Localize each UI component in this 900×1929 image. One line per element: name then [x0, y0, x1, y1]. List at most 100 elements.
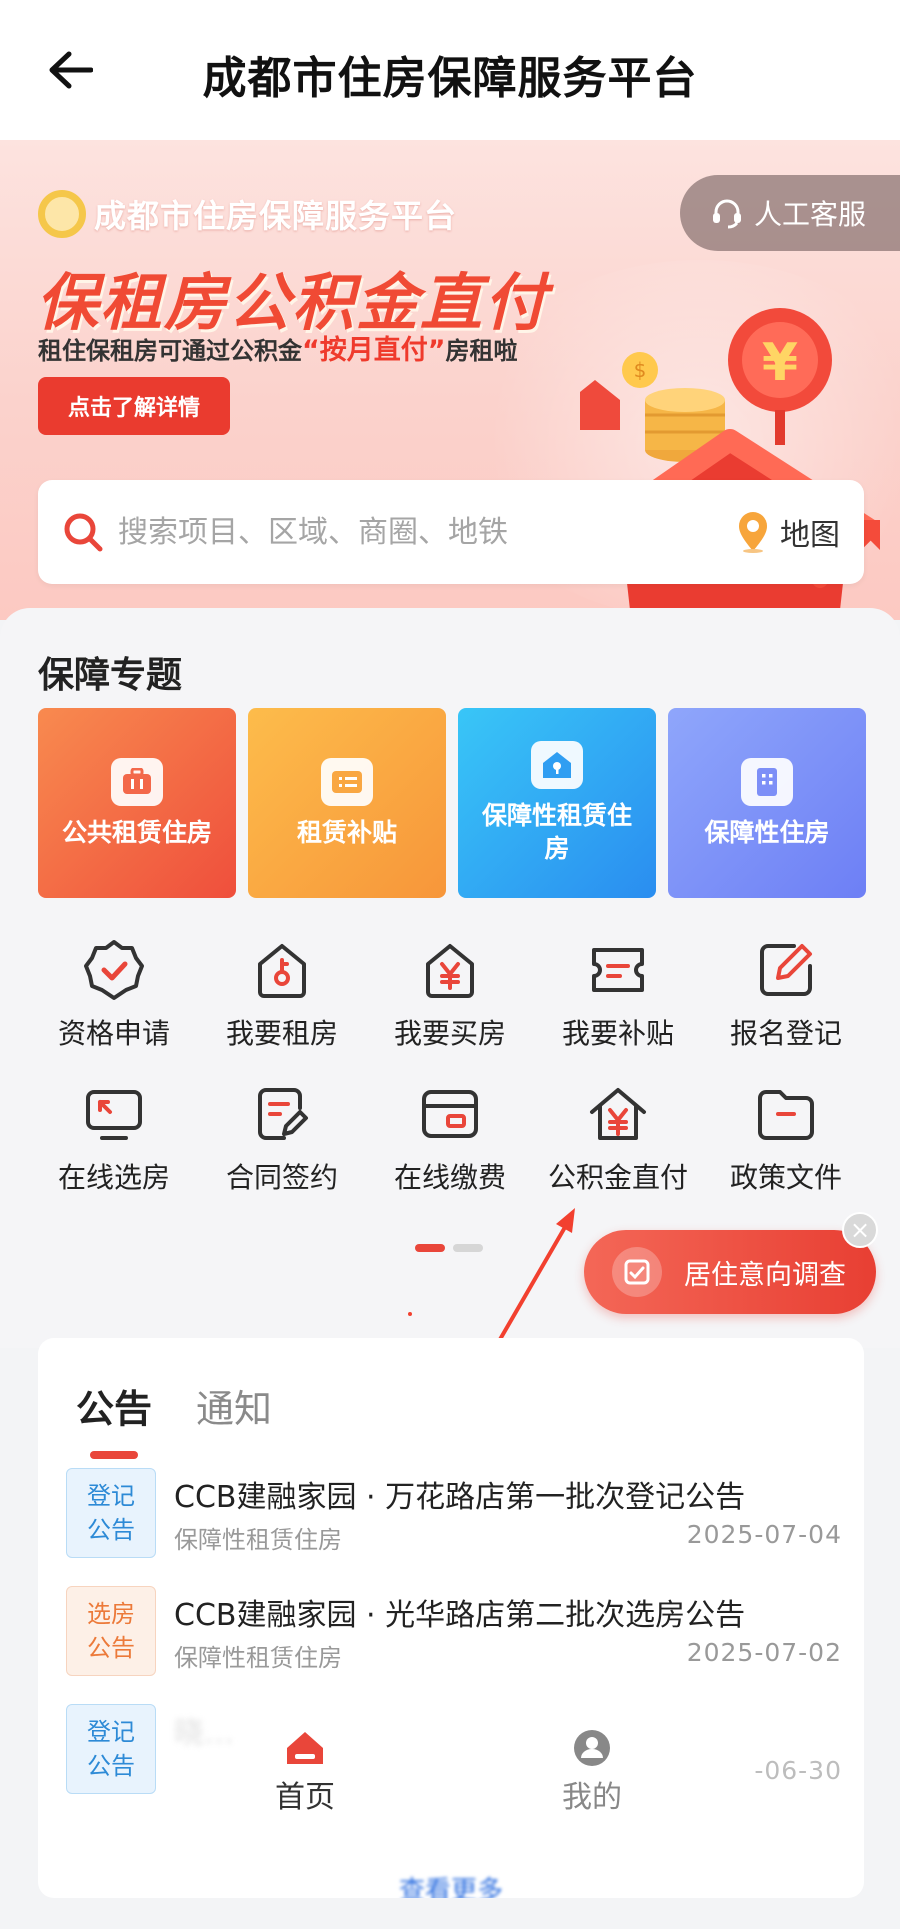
topic-label: 保障性住房 [704, 817, 830, 847]
search-icon [64, 513, 103, 552]
topic-rent-subsidy[interactable]: 租赁补贴 [248, 708, 446, 898]
service-qualification-apply[interactable]: 资格申请 [30, 938, 198, 1052]
contract-icon [258, 1088, 308, 1140]
service-grid: 资格申请 我要租房 我要买房 我要补贴 报名登记 在线选房 合同签约 在线缴费 [30, 938, 870, 1196]
service-buy-house[interactable]: 我要买房 [366, 938, 534, 1052]
edit-icon [760, 944, 812, 996]
service-label: 资格申请 [57, 1017, 170, 1050]
location-pin-icon [739, 512, 767, 553]
topic-affordable-housing[interactable]: 保障性住房 [668, 708, 866, 898]
badge-line: 选房 [87, 1600, 135, 1628]
notice-body: CCB建融家园 · 万花路店第一批次登记公告 保障性租赁住房 2025-07-0… [174, 1468, 842, 1558]
service-online-select[interactable]: 在线选房 [30, 1082, 198, 1196]
house-yen-icon [426, 944, 474, 998]
page-title: 成都市住房保障服务平台 [202, 53, 698, 104]
page-dot[interactable] [453, 1244, 483, 1252]
topic-public-rental[interactable]: 公共租赁住房 [38, 708, 236, 898]
headset-icon [713, 199, 741, 229]
map-button[interactable]: 地图 [736, 510, 840, 554]
survey-clipboard-icon [612, 1247, 662, 1297]
banner-sub-highlight: “按月直付” [302, 335, 446, 366]
ticket-list-icon [321, 757, 373, 806]
service-label: 我要补贴 [561, 1017, 674, 1050]
ticket-icon [592, 948, 644, 992]
banner-brand: 成都市住房保障服务平台 [38, 190, 457, 238]
search-bar: 地图 [38, 480, 864, 584]
service-policy-docs[interactable]: 政策文件 [702, 1082, 870, 1196]
notice-title: CCB建融家园 · 光华路店第二批次选房公告 [174, 1598, 746, 1633]
service-subsidy[interactable]: 我要补贴 [534, 938, 702, 1052]
section-title-topics: 保障专题 [38, 655, 183, 696]
service-label: 报名登记 [729, 1017, 842, 1050]
topic-label: 保障性租赁住房 [481, 801, 632, 863]
service-label: 公积金直付 [547, 1161, 688, 1194]
survey-close-icon[interactable]: × [842, 1212, 878, 1248]
service-rent-house[interactable]: 我要租房 [198, 938, 366, 1052]
banner-sub-suffix: 房租啦 [445, 337, 518, 365]
house-key-icon [531, 741, 583, 789]
brand-logo-icon [38, 190, 86, 238]
top-bar: 成都市住房保障服务平台 [0, 0, 900, 140]
service-contract-sign[interactable]: 合同签约 [198, 1082, 366, 1196]
service-label: 在线缴费 [393, 1161, 506, 1194]
notice-category: 保障性租赁住房 [174, 1526, 342, 1554]
svg-text:¥: ¥ [762, 333, 798, 393]
page-indicator [415, 1244, 483, 1252]
nav-home-label: 首页 [275, 1780, 335, 1815]
tab-announcements[interactable]: 公告 [76, 1378, 152, 1459]
service-label: 我要租房 [225, 1017, 338, 1050]
topic-list: 公共租赁住房 租赁补贴 保障性租赁住房 保障性住房 [38, 708, 866, 898]
folder-icon [758, 1090, 814, 1140]
customer-service-label: 人工客服 [754, 198, 867, 231]
nav-mine-label: 我的 [562, 1780, 622, 1815]
notice-body: CCB建融家园 · 光华路店第二批次选房公告 保障性租赁住房 2025-07-0… [174, 1586, 842, 1676]
nav-mine[interactable]: 我的 [562, 1728, 622, 1816]
page-dot-active[interactable] [415, 1244, 445, 1252]
notice-date: 2025-07-04 [686, 1520, 842, 1549]
notice-row[interactable]: 登记公告 CCB建融家园 · 万花路店第一批次登记公告 保障性租赁住房 2025… [66, 1463, 842, 1581]
bottom-nav: 首页 我的 [0, 1728, 900, 1828]
monitor-icon [86, 1090, 142, 1140]
service-registration[interactable]: 报名登记 [702, 938, 870, 1052]
notice-type-badge: 选房 公告 [66, 1586, 156, 1676]
suitcase-icon [111, 757, 163, 806]
service-online-payment[interactable]: 在线缴费 [366, 1082, 534, 1196]
banner-brand-name: 成都市住房保障服务平台 [94, 197, 458, 235]
banner-subtitle: 租住保租房可通过公积金“按月直付”房租啦 [38, 328, 518, 367]
notice-category: 保障性租赁住房 [174, 1644, 342, 1672]
notice-type-badge: 登记 公告 [66, 1468, 156, 1558]
building-icon [741, 757, 793, 806]
tab-notifications[interactable]: 通知 [196, 1378, 272, 1433]
view-more-link[interactable]: 查看更多 [38, 1870, 864, 1898]
service-label: 政策文件 [729, 1161, 842, 1194]
service-label: 合同签约 [225, 1161, 338, 1194]
notice-title: CCB建融家园 · 万花路店第一批次登记公告 [174, 1480, 746, 1515]
topic-label: 公共租赁住房 [61, 817, 212, 847]
learn-more-button[interactable]: 点击了解详情 [38, 377, 230, 435]
user-icon [574, 1730, 610, 1766]
customer-service-button[interactable]: 人工客服 [680, 175, 900, 251]
nav-home[interactable]: 首页 [275, 1728, 335, 1816]
notice-tabs: 公告 通知 [76, 1378, 272, 1459]
topic-affordable-rental[interactable]: 保障性租赁住房 [458, 708, 656, 898]
home-icon [287, 1732, 323, 1764]
badge-line: 登记 [87, 1482, 135, 1510]
badge-line: 公告 [87, 1634, 135, 1662]
notice-date: 2025-07-02 [686, 1638, 842, 1667]
badge-check-icon [84, 940, 144, 1000]
svg-text:$: $ [634, 358, 647, 382]
map-label: 地图 [780, 518, 840, 553]
service-provident-fund-pay[interactable]: 公积金直付 [534, 1082, 702, 1196]
badge-line: 公告 [87, 1516, 135, 1544]
house-yen-icon [590, 1088, 646, 1140]
notice-row[interactable]: 选房公告 CCB建融家园 · 光华路店第二批次选房公告 保障性租赁住房 2025… [66, 1581, 842, 1699]
search-input[interactable] [118, 514, 736, 550]
survey-label: 居住意向调查 [684, 1259, 846, 1291]
survey-button[interactable]: 居住意向调查 [584, 1230, 876, 1314]
service-label: 在线选房 [57, 1161, 170, 1194]
banner-sub-prefix: 租住保租房可通过公积金 [38, 337, 302, 365]
card-icon [422, 1090, 478, 1138]
topic-label: 租赁补贴 [296, 817, 397, 847]
house-key-icon [258, 944, 306, 998]
service-label: 我要买房 [393, 1017, 506, 1050]
